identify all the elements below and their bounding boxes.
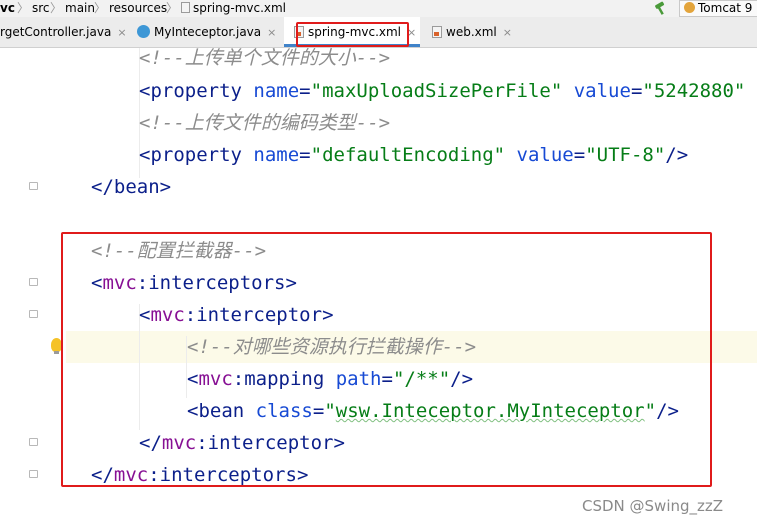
tab-label: rgetController.java xyxy=(0,25,112,39)
breadcrumb-resources[interactable]: resources xyxy=(109,0,167,17)
breadcrumb-project[interactable]: vc xyxy=(0,0,15,17)
close-icon[interactable]: × xyxy=(267,26,276,39)
code-line: <property name="maxUploadSizePerFile" va… xyxy=(139,80,746,102)
fold-marker[interactable] xyxy=(29,182,38,190)
close-icon[interactable]: × xyxy=(117,26,126,39)
tab-target-controller-java[interactable]: rgetController.java × xyxy=(0,17,127,47)
xml-file-icon xyxy=(181,2,190,13)
code-line: </bean> xyxy=(91,176,172,198)
hammer-icon[interactable] xyxy=(652,0,668,17)
tab-label: web.xml xyxy=(446,25,497,39)
xml-file-icon xyxy=(432,26,442,38)
watermark: CSDN @Swing_zzZ xyxy=(582,497,724,515)
tomcat-icon xyxy=(684,2,695,13)
code-line: <!--上传单个文件的大小--> xyxy=(139,47,391,69)
fold-marker[interactable] xyxy=(29,470,38,478)
breadcrumb: vc 〉 src 〉 main 〉 resources 〉 spring-mvc… xyxy=(0,0,757,17)
breadcrumb-separator: 〉 xyxy=(94,1,107,15)
fold-marker[interactable] xyxy=(29,278,38,286)
breadcrumb-main[interactable]: main xyxy=(65,0,95,17)
breadcrumb-separator: 〉 xyxy=(50,1,63,15)
tab-label: MyInteceptor.java xyxy=(154,25,262,39)
breadcrumb-file-label: spring-mvc.xml xyxy=(193,1,287,15)
code-annotation-box xyxy=(61,232,712,487)
code-line: <property name="defaultEncoding" value="… xyxy=(139,144,689,166)
close-icon[interactable]: × xyxy=(503,26,512,39)
java-class-icon xyxy=(137,25,150,38)
fold-marker[interactable] xyxy=(29,438,38,446)
breadcrumb-file[interactable]: spring-mvc.xml xyxy=(181,0,286,17)
code-editor[interactable]: <!--上传单个文件的大小--> <property name="maxUplo… xyxy=(0,47,757,529)
breadcrumb-separator: 〉 xyxy=(166,1,179,15)
code-line: <!--上传文件的编码类型--> xyxy=(139,112,391,134)
run-configuration-selector[interactable]: Tomcat 9 xyxy=(679,0,757,17)
fold-marker[interactable] xyxy=(29,310,38,318)
breadcrumb-src[interactable]: src xyxy=(32,0,50,17)
editor-gutter xyxy=(0,48,66,529)
run-configuration-label: Tomcat 9 xyxy=(698,1,753,15)
tab-web-xml[interactable]: web.xml × xyxy=(432,17,512,47)
breadcrumb-separator: 〉 xyxy=(17,1,30,15)
